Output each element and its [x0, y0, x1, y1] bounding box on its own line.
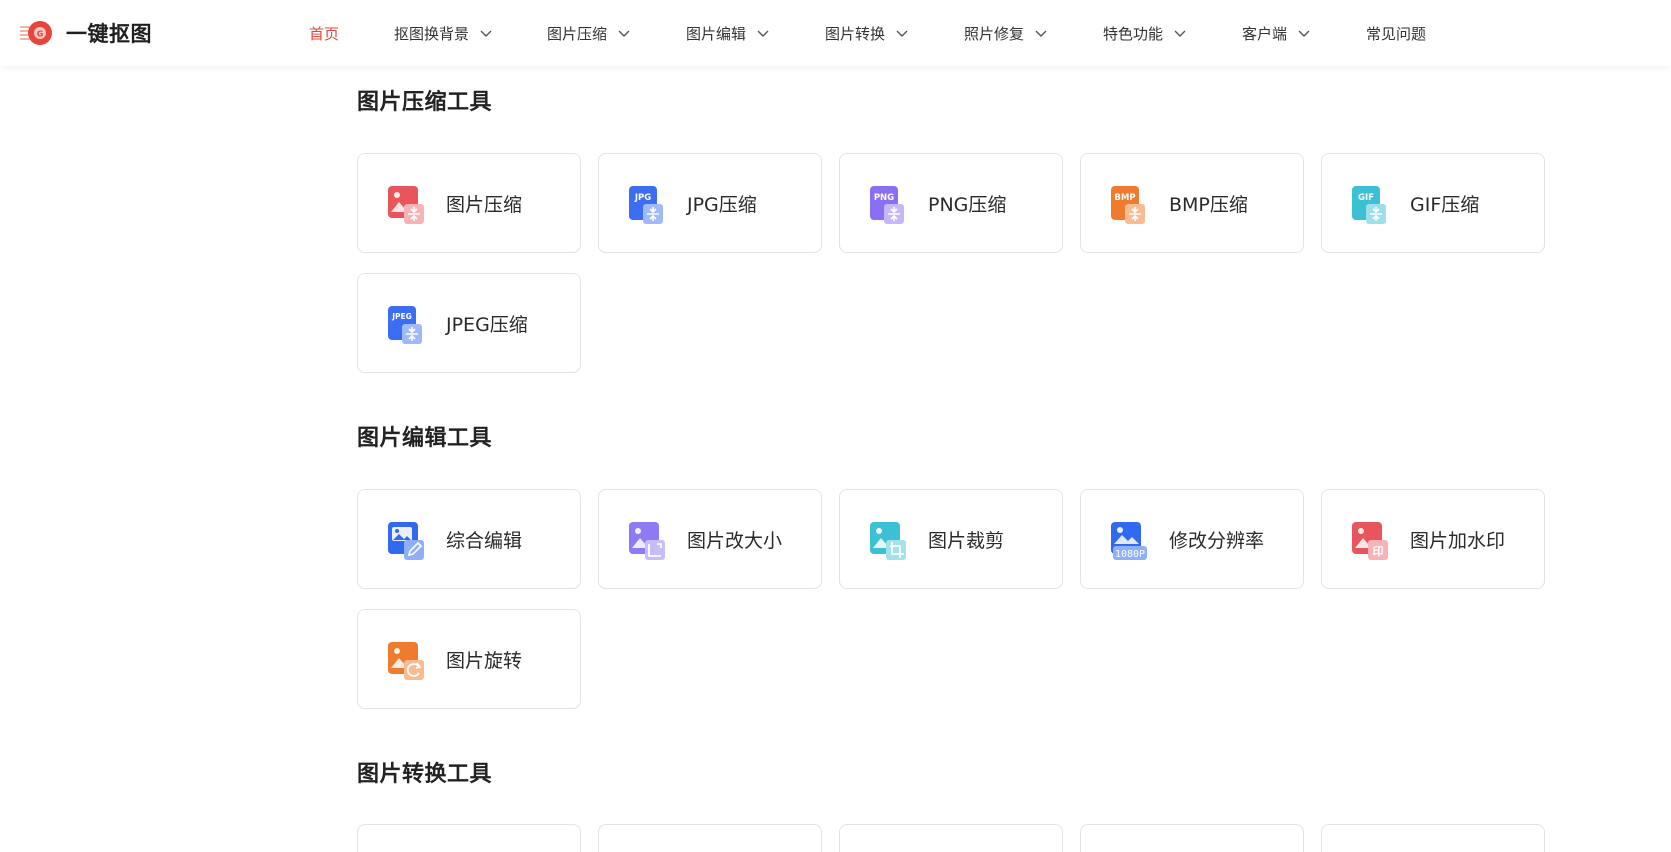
nav-item-label: 图片编辑 [686, 24, 747, 43]
tool-card-rotate[interactable]: 图片旋转 [357, 609, 581, 709]
nav-item-repair[interactable]: 照片修复 [964, 0, 1048, 66]
chevron-down-icon [1035, 30, 1047, 37]
tool-label: 图片旋转 [446, 649, 523, 672]
bmp-compress-icon: BMP [1111, 186, 1145, 224]
tool-card-jpeg-compress[interactable]: JPEG JPEG压缩 [357, 273, 581, 373]
tool-card-gif-compress[interactable]: GIF GIF压缩 [1321, 153, 1545, 253]
jpg-compress-icon: JPG [629, 186, 663, 224]
edit-icon [388, 522, 424, 560]
nav-item-cutout[interactable]: 抠图换背景 [394, 0, 493, 66]
icon-badge: 1080P [1115, 549, 1145, 560]
crop-icon [870, 522, 906, 560]
nav-item-label: 图片转换 [825, 24, 886, 43]
nav-item-label: 抠图换背景 [394, 24, 470, 43]
tool-label: 综合编辑 [446, 529, 523, 552]
watermark-icon: 印 [1352, 522, 1388, 560]
nav-item-faq[interactable]: 常见问题 [1366, 0, 1426, 66]
tool-card-resolution[interactable]: 1080P 修改分辨率 [1080, 489, 1304, 589]
nav-item-home[interactable]: 首页 [309, 0, 339, 66]
tool-label: PNG压缩 [928, 193, 1007, 216]
tool-label: JPEG压缩 [446, 313, 528, 336]
nav-item-features[interactable]: 特色功能 [1103, 0, 1187, 66]
nav-item-compress[interactable]: 图片压缩 [547, 0, 631, 66]
icon-badge: JPEG [391, 312, 412, 321]
section-title-edit: 图片编辑工具 [357, 426, 493, 451]
nav-item-label: 客户端 [1242, 24, 1288, 43]
tool-label: BMP压缩 [1169, 193, 1248, 216]
tool-card-bmp-compress[interactable]: BMP BMP压缩 [1080, 153, 1304, 253]
tool-card-partial[interactable] [1321, 824, 1545, 852]
tool-card-partial[interactable] [839, 824, 1063, 852]
icon-badge: JPG [634, 193, 651, 203]
chevron-down-icon [1298, 30, 1310, 37]
image-compress-icon [388, 186, 424, 224]
tool-card-partial[interactable] [598, 824, 822, 852]
top-header: G 一键抠图 首页 抠图换背景 图片压缩 图片编辑 图片转换 照片修复 特色功能 [0, 0, 1671, 66]
tool-card-general-edit[interactable]: 综合编辑 [357, 489, 581, 589]
png-compress-icon: PNG [870, 186, 904, 224]
tool-label: JPG压缩 [687, 193, 757, 216]
tool-label: 图片改大小 [687, 529, 783, 552]
nav-item-label: 照片修复 [964, 24, 1025, 43]
chevron-down-icon [757, 30, 769, 37]
tool-label: GIF压缩 [1410, 193, 1480, 216]
chevron-down-icon [896, 30, 908, 37]
rotate-icon [388, 642, 424, 680]
chevron-down-icon [618, 30, 630, 37]
jpeg-compress-icon: JPEG [388, 306, 422, 344]
tool-card-crop[interactable]: 图片裁剪 [839, 489, 1063, 589]
tool-card-resize[interactable]: 图片改大小 [598, 489, 822, 589]
icon-badge: PNG [874, 193, 894, 203]
nav-item-label: 特色功能 [1103, 24, 1164, 43]
icon-badge: GIF [1358, 193, 1374, 203]
nav-item-label: 常见问题 [1366, 24, 1427, 43]
tool-card-image-compress[interactable]: 图片压缩 [357, 153, 581, 253]
nav-item-label: 首页 [309, 24, 340, 43]
tool-card-partial[interactable] [357, 824, 581, 852]
tool-card-jpg-compress[interactable]: JPG JPG压缩 [598, 153, 822, 253]
resolution-icon: 1080P [1111, 522, 1147, 560]
section-title-compress: 图片压缩工具 [357, 90, 493, 115]
tool-card-watermark[interactable]: 印 图片加水印 [1321, 489, 1545, 589]
tool-label: 图片加水印 [1410, 529, 1506, 552]
main-nav: 首页 抠图换背景 图片压缩 图片编辑 图片转换 照片修复 特色功能 客户端 常见… [0, 0, 1671, 66]
tool-label: 图片裁剪 [928, 529, 1005, 552]
tool-card-partial[interactable] [1080, 824, 1304, 852]
tool-label: 图片压缩 [446, 193, 523, 216]
section-title-convert: 图片转换工具 [357, 762, 493, 787]
tool-card-png-compress[interactable]: PNG PNG压缩 [839, 153, 1063, 253]
chevron-down-icon [1174, 30, 1186, 37]
nav-item-edit[interactable]: 图片编辑 [686, 0, 770, 66]
nav-item-label: 图片压缩 [547, 24, 608, 43]
nav-item-client[interactable]: 客户端 [1242, 0, 1311, 66]
icon-badge: BMP [1114, 193, 1135, 203]
gif-compress-icon: GIF [1352, 186, 1386, 224]
tool-label: 修改分辨率 [1169, 529, 1265, 552]
chevron-down-icon [480, 30, 492, 37]
icon-badge: 印 [1373, 545, 1384, 558]
nav-item-convert[interactable]: 图片转换 [825, 0, 909, 66]
resize-icon [629, 522, 665, 560]
